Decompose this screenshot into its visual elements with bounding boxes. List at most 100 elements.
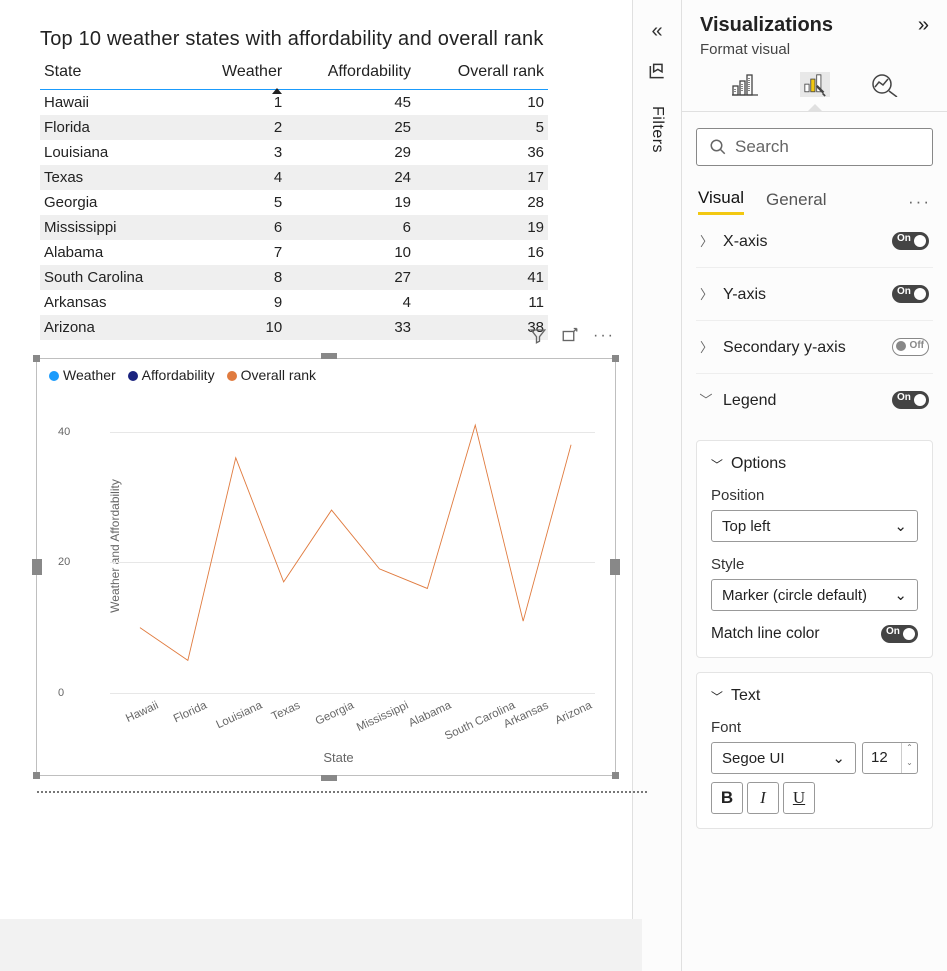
options-header[interactable]: 〉 Options — [711, 455, 918, 473]
legend-item-weather[interactable]: Weather — [49, 367, 116, 383]
toggle-legend[interactable]: On — [892, 391, 929, 409]
col-weather[interactable]: Weather — [190, 57, 286, 90]
cell-state: Florida — [40, 115, 190, 140]
cell-weather: 5 — [190, 190, 286, 215]
toggle-label: On — [886, 626, 900, 637]
table-row[interactable]: Louisiana32936 — [40, 140, 548, 165]
build-visual-icon[interactable] — [730, 72, 760, 97]
font-size-input[interactable]: 12 ⌃⌄ — [862, 742, 918, 774]
legend-item-overall[interactable]: Overall rank — [227, 367, 316, 383]
bookmark-icon[interactable] — [647, 61, 667, 84]
chevron-down-icon: ⌄ — [894, 517, 907, 535]
cell-overall: 19 — [415, 215, 548, 240]
collapse-pane-icon[interactable]: « — [651, 20, 662, 43]
stepper-down-icon[interactable]: ⌄ — [902, 758, 917, 773]
analytics-icon[interactable] — [870, 72, 900, 97]
resize-handle[interactable] — [612, 772, 619, 779]
table-row[interactable]: Texas42417 — [40, 165, 548, 190]
position-select[interactable]: Top left ⌄ — [711, 510, 918, 542]
cell-weather: 6 — [190, 215, 286, 240]
expand-pane-icon[interactable]: » — [918, 14, 929, 37]
font-size-value: 12 — [863, 743, 901, 773]
cell-affordability: 27 — [286, 265, 415, 290]
table-row[interactable]: South Carolina82741 — [40, 265, 548, 290]
chevron-down-icon: ⌄ — [894, 586, 907, 604]
toggle-match-line-color[interactable]: On — [881, 625, 918, 643]
visual-title: Top 10 weather states with affordability… — [40, 28, 632, 51]
filter-icon[interactable] — [529, 327, 547, 345]
cell-affordability: 25 — [286, 115, 415, 140]
col-state[interactable]: State — [40, 57, 190, 90]
italic-button[interactable]: I — [747, 782, 779, 814]
col-overall[interactable]: Overall rank — [415, 57, 548, 90]
resize-handle[interactable] — [33, 355, 40, 362]
card-legend[interactable]: 〉 Legend On — [696, 374, 933, 426]
card-label: Legend — [723, 392, 776, 409]
chevron-down-icon: 〉 — [709, 690, 726, 702]
card-label: Secondary y-axis — [723, 339, 846, 356]
pane-subtitle: Format visual — [682, 41, 947, 66]
tab-general[interactable]: General — [766, 190, 826, 214]
chevron-down-icon: 〉 — [697, 393, 716, 406]
table-row[interactable]: Arizona103338 — [40, 315, 548, 340]
resize-handle[interactable] — [321, 353, 337, 359]
resize-handle[interactable] — [32, 559, 42, 575]
chevron-down-icon: 〉 — [709, 458, 726, 470]
cell-weather: 9 — [190, 290, 286, 315]
toggle-y-axis[interactable]: On — [892, 285, 929, 303]
cell-state: Texas — [40, 165, 190, 190]
tabs-more-icon[interactable]: ··· — [908, 192, 931, 212]
resize-handle[interactable] — [610, 559, 620, 575]
legend-item-affordability[interactable]: Affordability — [128, 367, 215, 383]
text-header[interactable]: 〉 Text — [711, 687, 918, 705]
bold-button[interactable]: B — [711, 782, 743, 814]
toggle-secondary-y-axis[interactable]: Off — [892, 338, 929, 356]
pane-title: Visualizations — [700, 14, 833, 37]
resize-handle[interactable] — [612, 355, 619, 362]
chevron-right-icon: 〉 — [700, 234, 713, 249]
cell-state: South Carolina — [40, 265, 190, 290]
cell-overall: 17 — [415, 165, 548, 190]
underline-button[interactable]: U — [783, 782, 815, 814]
match-line-color-label: Match line color — [711, 625, 820, 643]
chevron-right-icon: 〉 — [700, 287, 713, 302]
resize-handle[interactable] — [321, 775, 337, 781]
toggle-x-axis[interactable]: On — [892, 232, 929, 250]
table-row[interactable]: Mississippi6619 — [40, 215, 548, 240]
card-x-axis[interactable]: 〉X-axis On — [696, 215, 933, 268]
report-canvas[interactable]: Top 10 weather states with affordability… — [0, 0, 632, 971]
cell-weather: 4 — [190, 165, 286, 190]
x-tick-label: Arizona — [553, 700, 593, 727]
cell-overall: 16 — [415, 240, 548, 265]
x-tick-label: Florida — [172, 700, 209, 726]
card-y-axis[interactable]: 〉Y-axis On — [696, 268, 933, 321]
focus-mode-icon[interactable] — [561, 327, 579, 345]
legend-swatch-icon — [49, 371, 59, 381]
cell-affordability: 19 — [286, 190, 415, 215]
col-affordability[interactable]: Affordability — [286, 57, 415, 90]
legend-text-panel: 〉 Text Font Segoe UI ⌄ 12 ⌃⌄ B I — [696, 672, 933, 829]
col-weather-label: Weather — [222, 63, 282, 80]
table-row[interactable]: Alabama71016 — [40, 240, 548, 265]
more-options-icon[interactable]: ··· — [593, 327, 615, 345]
chart-visual[interactable]: ··· Weather Affordability Overall rank W… — [36, 358, 616, 776]
filters-pane-label[interactable]: Filters — [648, 106, 666, 153]
resize-handle[interactable] — [33, 772, 40, 779]
cell-overall: 36 — [415, 140, 548, 165]
table-row[interactable]: Hawaii14510 — [40, 90, 548, 116]
search-input[interactable]: Search — [696, 128, 933, 166]
tab-visual[interactable]: Visual — [698, 188, 744, 215]
table-row[interactable]: Georgia51928 — [40, 190, 548, 215]
table-row[interactable]: Florida2255 — [40, 115, 548, 140]
style-select[interactable]: Marker (circle default) ⌄ — [711, 579, 918, 611]
data-table: State Weather Affordability Overall rank… — [40, 57, 548, 340]
card-secondary-y-axis[interactable]: 〉Secondary y-axis Off — [696, 321, 933, 374]
chart-plot-area: Weather and Affordability State 02040 Ha… — [82, 399, 595, 693]
cell-overall: 11 — [415, 290, 548, 315]
format-visual-icon[interactable] — [800, 72, 830, 97]
y-tick-label: 20 — [58, 556, 70, 568]
stepper-up-icon[interactable]: ⌃ — [902, 743, 917, 758]
table-row[interactable]: Arkansas9411 — [40, 290, 548, 315]
legend-label: Affordability — [142, 367, 215, 383]
font-family-select[interactable]: Segoe UI ⌄ — [711, 742, 856, 774]
